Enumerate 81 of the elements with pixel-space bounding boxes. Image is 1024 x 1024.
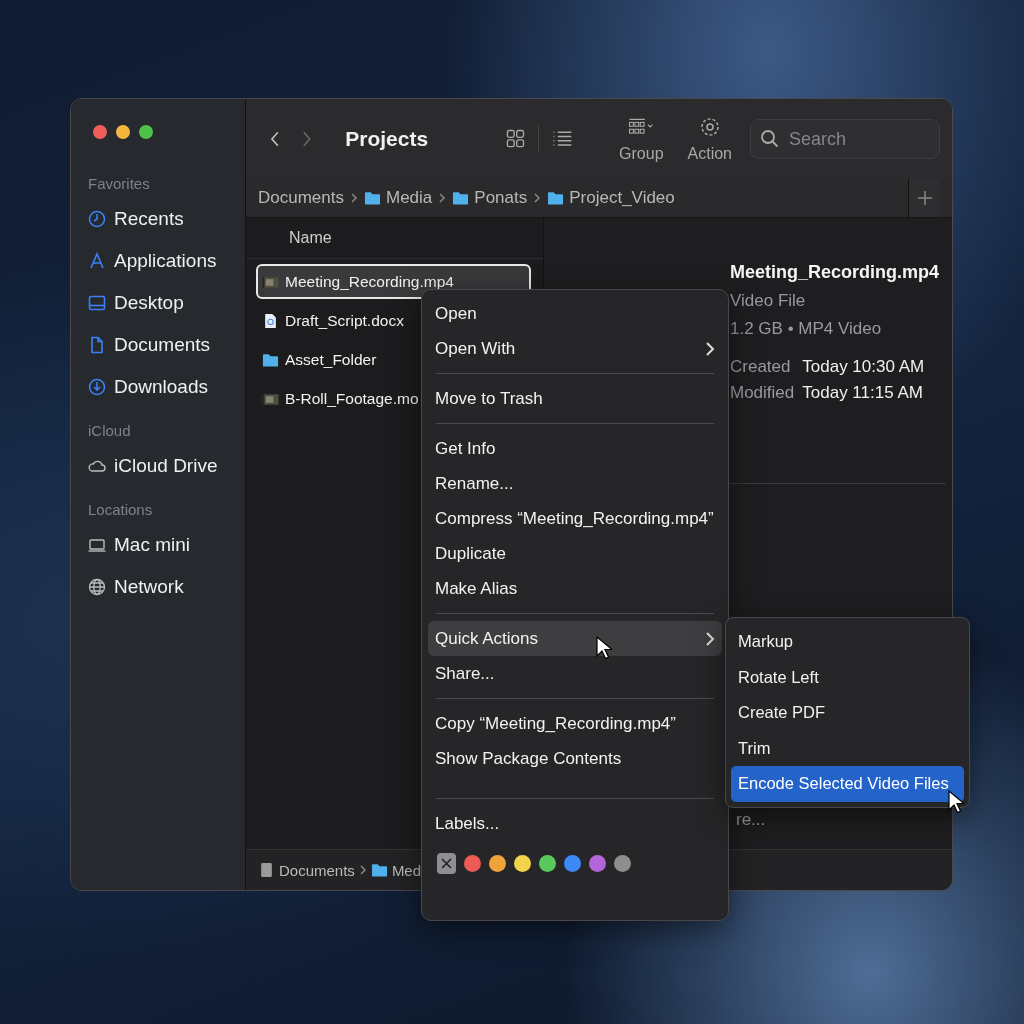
action-button[interactable]: Action [681,115,738,163]
menu-item[interactable]: Get Info [428,431,722,466]
path-item[interactable]: Project_Video [569,188,675,208]
folder-icon [370,862,388,878]
path-item[interactable]: Documents [279,861,355,879]
date-label: Created [730,357,792,377]
group-button[interactable]: Group [613,115,670,163]
globe-icon [87,577,107,597]
sidebar-item[interactable]: Applications [114,250,217,272]
close-button[interactable] [93,125,107,139]
menu-item[interactable]: Share... [428,656,722,691]
menu-item[interactable]: Duplicate [428,536,722,571]
menu-item[interactable]: Copy “Meeting_Recording.mp4” [428,706,722,741]
menu-item[interactable]: Labels... [428,806,722,841]
date-value: Today 11:15 AM [802,383,924,403]
file-size: 1.2 GB • MP4 Video [730,319,883,339]
preview-title: Meeting_Recording.mp4 [730,262,941,283]
menu-item[interactable]: Compress “Meeting_Recording.mp4” [428,501,722,536]
submenu-item[interactable]: Create PDF [731,695,964,731]
more-link[interactable]: re... [736,810,766,830]
pointer-icon [596,636,612,660]
sidebar-item[interactable]: Mac mini [114,534,190,556]
search-icon [760,129,780,149]
plus-icon [917,191,932,205]
add-tab-button[interactable] [908,179,940,217]
zoom-button[interactable] [139,125,153,139]
submenu-item[interactable]: Rotate Left [731,659,964,695]
menu-item[interactable]: Quick Actions [428,621,722,656]
window-title: Projects [345,127,429,151]
clock-icon [87,209,107,229]
no-tag-icon[interactable] [437,853,456,874]
submenu-item[interactable]: Trim [731,730,964,766]
menu-item[interactable]: Show Package Contents [428,741,722,776]
submenu-item[interactable]: Markup [731,624,964,660]
file-kind: Video File [730,291,807,311]
chevron-icon [533,192,542,204]
date-value: Today 10:30 AM [802,357,925,377]
sidebar-heading: Favorites [88,175,151,192]
tag-dot[interactable] [589,855,606,872]
desktop-icon [87,293,107,313]
path-item[interactable]: Documents [258,188,344,208]
chevron-icon [358,864,367,876]
sidebar-item[interactable]: Desktop [114,292,184,314]
chevron-icon [705,340,715,357]
folder-icon [547,190,565,206]
sidebar-heading: Locations [88,501,154,518]
menu-item[interactable]: Move to Trash [428,381,722,416]
path-item[interactable]: Med [391,861,422,879]
menu-item[interactable]: Make Alias [428,571,722,606]
date-label: Modified [730,383,795,403]
path-item[interactable]: Ponats [474,188,528,208]
sidebar-item[interactable]: Network [114,576,184,598]
menu-item[interactable]: Open [428,296,722,331]
tag-dot[interactable] [464,855,481,872]
tag-dot[interactable] [489,855,506,872]
submenu-item[interactable]: Encode Selected Video Files [731,766,964,802]
folder-icon [452,190,470,206]
document-icon [262,312,279,329]
menu-item[interactable]: Rename... [428,466,722,501]
tag-dot[interactable] [514,855,531,872]
pointer-icon [948,790,964,814]
sidebar-item[interactable]: iCloud Drive [114,455,218,477]
folder-icon [262,351,279,368]
menu-item[interactable]: Open With [428,331,722,366]
apps-icon [87,251,107,271]
path-item[interactable]: Media [386,188,433,208]
chevron-icon [350,192,358,204]
column-header[interactable]: Name [289,229,332,247]
sidebar-item[interactable]: Downloads [114,376,208,398]
tag-dot[interactable] [614,855,631,872]
download-icon [87,377,107,397]
sidebar-heading: iCloud [88,422,132,439]
chevron-icon [705,630,715,647]
chevron-icon [438,192,447,204]
tag-dot[interactable] [539,855,556,872]
sidebar-item[interactable]: Documents [114,334,211,356]
folder-icon [364,190,381,206]
minimize-button[interactable] [116,125,130,139]
search-field[interactable]: Search [750,119,940,159]
tag-dot[interactable] [564,855,581,872]
sidebar-item[interactable]: Recents [114,208,184,230]
